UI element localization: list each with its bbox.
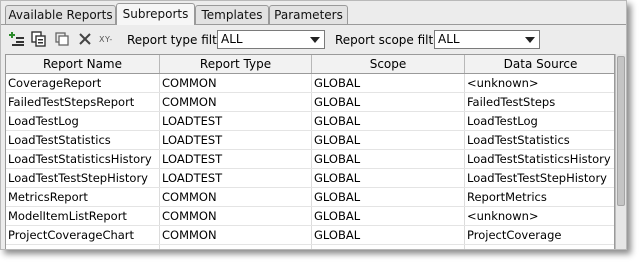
cell-data-source: LoadTestStatistics (467, 133, 570, 147)
cell-report-name: ProjectTestSuiteReport (6, 245, 160, 249)
cell-data-source: ProjectCoverage (467, 228, 562, 242)
chevron-down-icon (525, 37, 535, 43)
cell-report-type: COMMON (160, 74, 312, 92)
table-row[interactable]: LoadTestStatisticsHistory LOADTEST GLOBAL L… (6, 150, 614, 169)
cell-report-name: ModelItemListReport (6, 207, 160, 225)
table-row[interactable]: ProjectCoverageChart COMMON GLOBAL ProjectC… (6, 226, 614, 245)
table-row[interactable]: MetricsReport COMMON GLOBAL ReportMetrics (6, 188, 614, 207)
column-header-report-type[interactable]: Report Type (160, 55, 312, 73)
toolbar: XY- Report type filter: ALL Report scope… (1, 26, 626, 53)
report-scope-filter-select[interactable]: ALL (434, 30, 540, 49)
cell-scope: GLOBAL (312, 169, 465, 187)
table-row[interactable]: LoadTestLog LOADTEST GLOBAL LoadTestLog (6, 112, 614, 131)
table-row[interactable]: LoadTestTestStepHistory LOADTEST GLOBAL Loa… (6, 169, 614, 188)
tab-templates[interactable]: Templates (195, 5, 269, 24)
cell-data-source: <unknown> (467, 76, 539, 90)
cell-data-source: FailedTestSteps (467, 95, 556, 109)
cell-report-type: COMMON (160, 93, 312, 111)
table-row[interactable]: ModelItemListReport COMMON GLOBAL <unknown> (6, 207, 614, 226)
table-row[interactable]: CoverageReport COMMON GLOBAL <unknown> (6, 74, 614, 93)
cell-report-name: LoadTestStatisticsHistory (6, 150, 160, 168)
cell-report-type: LOADTEST (160, 131, 312, 149)
cell-report-name: ProjectCoverageChart (6, 226, 160, 244)
report-scope-filter-label: Report scope filter: (335, 33, 450, 47)
table-header: Report Name Report Type Scope Data Sourc… (6, 55, 614, 74)
tab-bar: Available Reports Subreports Templates P… (1, 1, 626, 25)
report-type-filter-value: ALL (221, 32, 243, 46)
cell-report-name: LoadTestLog (6, 112, 160, 130)
column-header-report-name[interactable]: Report Name (6, 55, 160, 73)
report-type-filter-select[interactable]: ALL (217, 30, 325, 49)
cell-scope: GLOBAL (312, 112, 465, 130)
cell-data-source: ReportMetrics (467, 190, 547, 204)
cell-report-type: COMMON (160, 188, 312, 206)
cell-scope: GLOBAL (312, 188, 465, 206)
table-row[interactable]: LoadTestStatistics LOADTEST GLOBAL LoadTest… (6, 131, 614, 150)
cell-report-type: PROJECT (160, 245, 312, 249)
cell-data-source: <unknown> (467, 209, 539, 223)
cell-data-source: <unknown> (465, 245, 614, 249)
table-row[interactable]: ProjectTestSuiteReportPROJECTGLOBAL<unkn… (6, 245, 614, 249)
delete-icon[interactable] (77, 31, 93, 47)
clone-icon[interactable] (54, 31, 70, 47)
tab-subreports[interactable]: Subreports (116, 3, 195, 25)
cell-report-name: MetricsReport (6, 188, 160, 206)
cell-scope: GLOBAL (312, 245, 465, 249)
column-header-data-source[interactable]: Data Source (465, 55, 614, 73)
cell-report-name: LoadTestTestStepHistory (6, 169, 160, 187)
cell-data-source: LoadTestLog (467, 114, 538, 128)
cell-scope: GLOBAL (312, 150, 465, 168)
chevron-down-icon (310, 37, 320, 43)
subreports-table: Report Name Report Type Scope Data Sourc… (5, 54, 615, 249)
cell-scope: GLOBAL (312, 207, 465, 225)
cell-data-source: LoadTestTestStepHistory (467, 171, 607, 185)
cell-scope: GLOBAL (312, 74, 465, 92)
cell-report-name: CoverageReport (6, 74, 160, 92)
table-row[interactable]: FailedTestStepsReport COMMON GLOBAL FailedT… (6, 93, 614, 112)
report-scope-filter-value: ALL (438, 32, 460, 46)
tab-parameters[interactable]: Parameters (269, 5, 348, 24)
cell-scope: GLOBAL (312, 93, 465, 111)
cell-report-name: LoadTestStatistics (6, 131, 160, 149)
cell-report-type: COMMON (160, 226, 312, 244)
copy-icon[interactable] (31, 31, 47, 47)
tab-available-reports[interactable]: Available Reports (5, 5, 116, 24)
cell-data-source: LoadTestStatisticsHistory (467, 152, 611, 166)
scrollbar-thumb[interactable] (617, 56, 625, 206)
cell-report-type: LOADTEST (160, 150, 312, 168)
column-header-scope[interactable]: Scope (312, 55, 465, 73)
xy-icon[interactable]: XY- (99, 35, 113, 44)
cell-report-type: COMMON (160, 207, 312, 225)
subreports-panel: Available Reports Subreports Templates P… (0, 0, 627, 250)
vertical-scrollbar[interactable] (615, 54, 626, 249)
cell-scope: GLOBAL (312, 131, 465, 149)
cell-report-name: FailedTestStepsReport (6, 93, 160, 111)
cell-report-type: LOADTEST (160, 169, 312, 187)
cell-scope: GLOBAL (312, 226, 465, 244)
cell-report-type: LOADTEST (160, 112, 312, 130)
add-icon[interactable] (9, 31, 25, 47)
